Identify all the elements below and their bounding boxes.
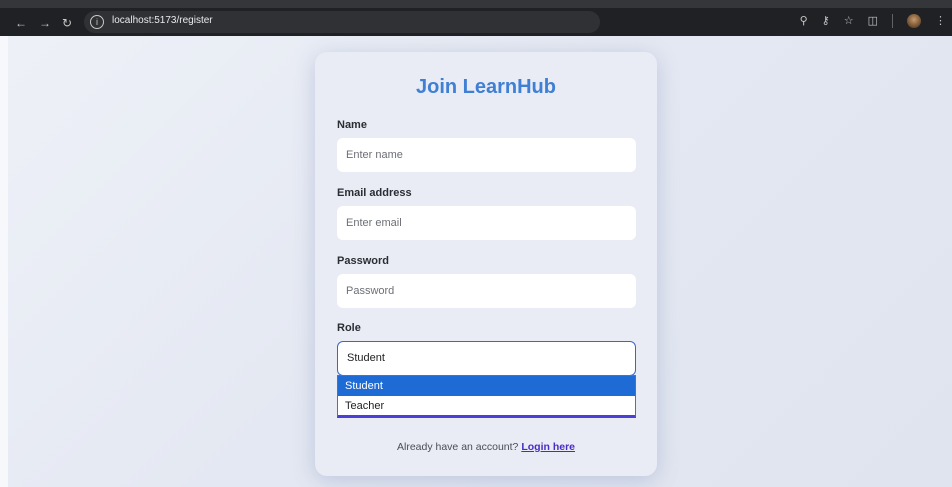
email-input[interactable]: [337, 206, 636, 240]
name-label: Name: [337, 119, 367, 131]
menu-kebab-icon[interactable]: ⋮: [935, 14, 946, 28]
address-url: localhost:5173/register: [112, 15, 213, 26]
email-label: Email address: [337, 187, 412, 199]
login-prompt: Already have an account? Login here: [315, 441, 657, 453]
forward-arrow-icon[interactable]: →: [38, 16, 52, 30]
role-option-student[interactable]: Student: [338, 376, 635, 396]
back-arrow-icon[interactable]: ←: [14, 16, 28, 30]
role-label: Role: [337, 322, 361, 334]
page-title: Join LearnHub: [415, 76, 556, 98]
zoom-icon[interactable]: ⚲: [800, 14, 808, 28]
site-info-icon[interactable]: i: [90, 15, 104, 29]
login-link[interactable]: Login here: [521, 441, 575, 453]
role-select[interactable]: Student: [337, 341, 636, 376]
reload-icon[interactable]: ↻: [60, 16, 74, 30]
role-option-teacher[interactable]: Teacher: [338, 396, 635, 416]
address-bar[interactable]: i localhost:5173/register: [84, 11, 600, 33]
extensions-icon[interactable]: ◫: [868, 14, 878, 28]
password-key-icon[interactable]: ⚷: [822, 14, 830, 28]
login-prompt-text: Already have an account?: [396, 441, 519, 453]
browser-toolbar: ← → ↻ i localhost:5173/register ⚲ ⚷ ☆ ◫ …: [0, 0, 952, 36]
profile-avatar[interactable]: [907, 14, 921, 28]
browser-tab-strip: [0, 0, 952, 8]
register-card: Join LearnHub Name Email address Passwor…: [315, 52, 657, 476]
bookmark-star-icon[interactable]: ☆: [844, 14, 854, 28]
name-input[interactable]: [337, 138, 636, 172]
password-input[interactable]: [337, 274, 636, 308]
role-dropdown-list: Student Teacher: [337, 375, 636, 418]
browser-actions: ⚲ ⚷ ☆ ◫ ⋮: [800, 14, 946, 28]
page-left-edge: [0, 36, 8, 487]
toolbar-divider: [892, 14, 893, 28]
password-label: Password: [337, 255, 389, 267]
